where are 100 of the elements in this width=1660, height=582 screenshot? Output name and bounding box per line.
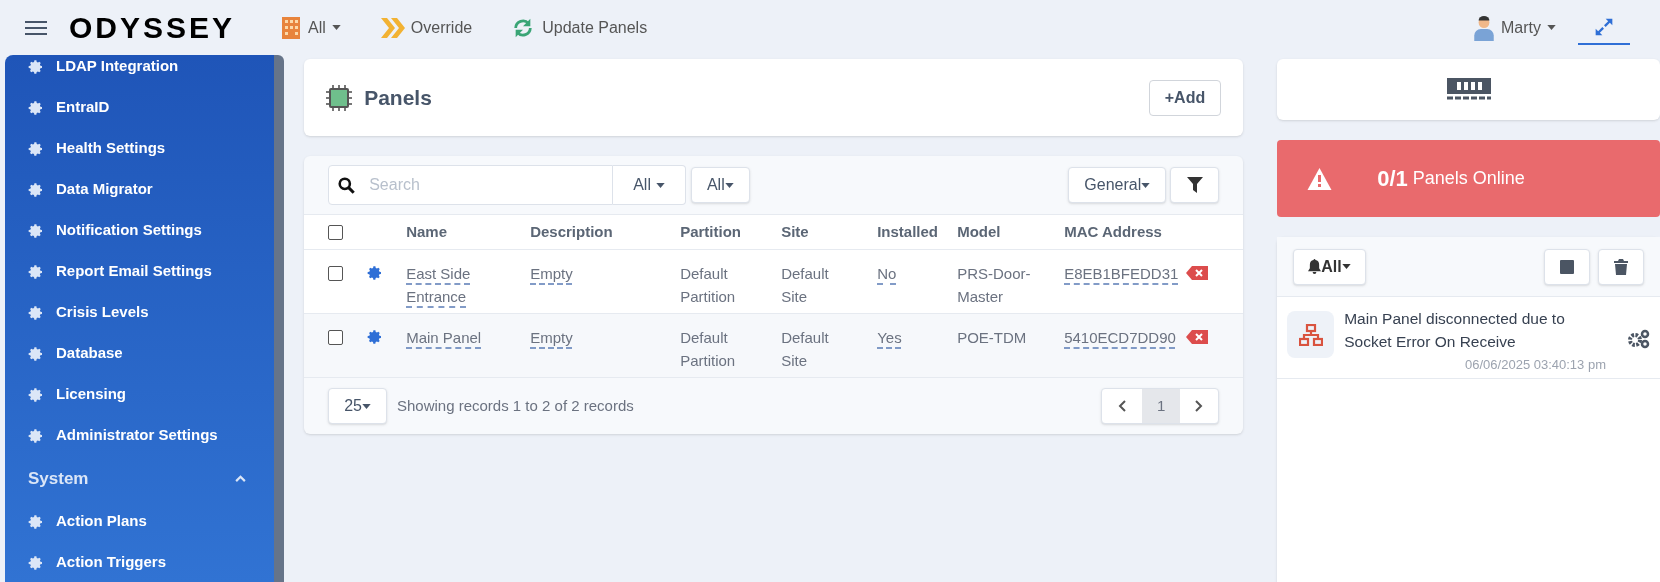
column-header[interactable]: MAC Address bbox=[1064, 223, 1162, 240]
table-cell: Default Site bbox=[781, 329, 829, 369]
caret-icon bbox=[361, 403, 371, 409]
sidebar-item-icon bbox=[28, 99, 44, 116]
caret-icon bbox=[655, 182, 665, 188]
notification-message: Main Panel disconnected due to Socket Error On Receive bbox=[1344, 309, 1566, 352]
square-icon bbox=[1560, 259, 1574, 274]
table-cell: Default Site bbox=[781, 265, 829, 305]
expand-icon bbox=[1594, 16, 1614, 37]
filter-dropdown[interactable]: All bbox=[690, 167, 750, 203]
table-cell: POE-TDM bbox=[957, 329, 1027, 346]
sidebar-item[interactable]: Action Plans bbox=[5, 501, 275, 542]
table-cell: Default Partition bbox=[680, 265, 736, 305]
delete-all-button[interactable] bbox=[1598, 248, 1644, 285]
row-checkbox[interactable] bbox=[328, 330, 344, 345]
page-button[interactable]: 1 bbox=[1142, 389, 1181, 423]
sidebar-item-icon bbox=[28, 263, 44, 280]
refresh-icon bbox=[512, 16, 535, 39]
sidebar-item[interactable]: Report Email Settings bbox=[5, 251, 275, 292]
sidebar-item-icon bbox=[28, 345, 44, 362]
panels-online-count: 0/1 bbox=[1377, 165, 1408, 193]
sidebar-item[interactable]: Data Migrator bbox=[5, 169, 275, 210]
chevron-right-icon bbox=[1195, 400, 1204, 412]
sidebar-item[interactable]: EntraID bbox=[5, 87, 275, 128]
panels-title: Panels bbox=[364, 84, 432, 111]
editable-cell[interactable]: Yes bbox=[877, 326, 902, 349]
menu-icon[interactable] bbox=[25, 19, 47, 36]
sidebar-item[interactable]: Licensing bbox=[5, 374, 275, 415]
delete-icon[interactable] bbox=[1186, 330, 1209, 344]
sidebar-item[interactable]: LDAP Integration bbox=[5, 55, 275, 87]
sidebar-item-icon bbox=[28, 554, 44, 571]
warning-icon bbox=[1307, 167, 1333, 190]
network-icon bbox=[1287, 311, 1335, 358]
bell-icon bbox=[1308, 259, 1322, 274]
gears-icon[interactable] bbox=[1626, 329, 1650, 349]
filter-dropdown[interactable]: All bbox=[613, 165, 686, 205]
row-checkbox[interactable] bbox=[328, 266, 344, 281]
sidebar-item[interactable]: Health Settings bbox=[5, 128, 275, 169]
column-header[interactable]: Site bbox=[781, 223, 809, 240]
trash-icon bbox=[1614, 258, 1628, 275]
filter-button[interactable] bbox=[1170, 167, 1220, 203]
editable-cell[interactable]: Empty bbox=[530, 326, 573, 349]
add-button[interactable]: +Add bbox=[1148, 79, 1222, 116]
select-all-checkbox[interactable] bbox=[328, 224, 344, 240]
view-dropdown[interactable]: General bbox=[1068, 167, 1167, 203]
sidebar-item-icon bbox=[28, 304, 44, 321]
update-panels-button[interactable]: Update Panels bbox=[512, 15, 648, 40]
search-field[interactable]: Search bbox=[328, 165, 614, 205]
sidebar-item-icon bbox=[28, 181, 44, 198]
gear-icon[interactable] bbox=[367, 329, 384, 345]
page-size-dropdown[interactable]: 25 bbox=[328, 388, 387, 424]
editable-cell[interactable]: 5410ECD7DD90 bbox=[1064, 326, 1176, 349]
records-summary: Showing records 1 to 2 of 2 records bbox=[396, 395, 634, 416]
sidebar-item[interactable]: Database bbox=[5, 333, 275, 374]
sidebar-item[interactable]: Administrator Settings bbox=[5, 415, 275, 456]
caret-icon bbox=[1341, 264, 1351, 269]
notification-time: 06/06/2025 03:40:13 pm bbox=[1464, 356, 1607, 374]
editable-cell[interactable]: E8EB1BFEDD31 bbox=[1064, 262, 1179, 285]
notification-filter-dropdown[interactable]: All bbox=[1293, 248, 1366, 285]
chip-icon bbox=[326, 84, 353, 111]
caret-icon bbox=[724, 182, 734, 188]
editable-cell[interactable]: East Side Entrance bbox=[406, 262, 525, 308]
table-cell: PRS-Door-Master bbox=[957, 265, 1031, 305]
double-chevron-icon bbox=[378, 17, 405, 38]
caret-icon bbox=[1141, 182, 1151, 188]
sidebar-item-icon bbox=[28, 140, 44, 157]
sidebar-item-icon bbox=[28, 222, 44, 239]
sidebar-section[interactable]: System bbox=[5, 456, 275, 501]
person-icon bbox=[1473, 14, 1495, 41]
column-header[interactable]: Name bbox=[406, 223, 447, 240]
caret-icon bbox=[331, 25, 341, 30]
table-cell: Default Partition bbox=[680, 329, 736, 369]
sidebar-item[interactable]: Crisis Levels bbox=[5, 292, 275, 333]
memory-module-icon bbox=[1446, 77, 1491, 102]
building-icon bbox=[280, 15, 303, 40]
sidebar-item[interactable]: Notification Settings bbox=[5, 210, 275, 251]
sidebar-item-icon bbox=[28, 58, 44, 75]
caret-icon bbox=[1547, 25, 1556, 30]
column-header[interactable]: Partition bbox=[680, 223, 741, 240]
gear-icon[interactable] bbox=[367, 265, 384, 281]
delete-icon[interactable] bbox=[1186, 266, 1209, 280]
chevron-left-icon bbox=[1118, 400, 1127, 412]
user-menu-button[interactable]: Marty bbox=[1473, 14, 1556, 41]
logo: ODYSSEY bbox=[69, 10, 236, 46]
column-header[interactable]: Model bbox=[957, 223, 1001, 240]
editable-cell[interactable]: No bbox=[877, 262, 897, 285]
editable-cell[interactable]: Main Panel bbox=[406, 326, 482, 349]
stop-button[interactable] bbox=[1544, 248, 1590, 285]
column-header[interactable]: Installed bbox=[877, 223, 938, 240]
sidebar-item-icon bbox=[28, 427, 44, 444]
sidebar-item-icon bbox=[28, 386, 44, 403]
sidebar-item[interactable]: Action Triggers bbox=[5, 542, 275, 582]
search-icon bbox=[338, 177, 356, 194]
editable-cell[interactable]: Empty bbox=[530, 262, 573, 285]
site-filter-button[interactable]: All bbox=[280, 15, 341, 40]
override-button[interactable]: Override bbox=[378, 15, 473, 40]
sidebar-item-icon bbox=[28, 513, 44, 530]
panels-online-label: Panels Online bbox=[1412, 167, 1525, 190]
column-header[interactable]: Description bbox=[530, 223, 613, 240]
funnel-icon bbox=[1186, 177, 1203, 193]
